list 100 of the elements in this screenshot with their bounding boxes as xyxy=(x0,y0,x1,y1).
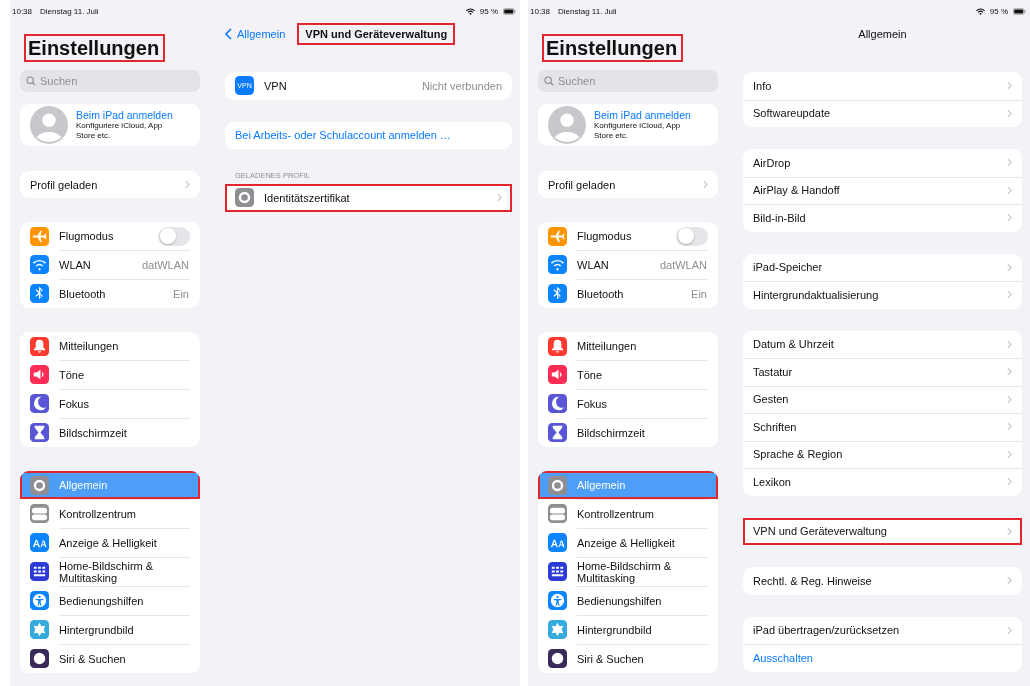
status-value: Nicht verbunden xyxy=(421,79,502,92)
profile-loaded-row[interactable]: Profil geladen xyxy=(538,171,718,198)
chevron-icon xyxy=(1007,422,1012,432)
wifi-icon xyxy=(975,7,985,15)
setting-value: datWLAN xyxy=(141,258,189,271)
account-subtitle: Konfiguriere iCloud, App Store etc. xyxy=(594,121,682,141)
wifi-icon xyxy=(465,7,475,15)
settings-row[interactable]: Schriften xyxy=(743,413,1022,441)
account-card[interactable]: Beim iPad anmelden Konfiguriere iCloud, App Store etc. xyxy=(20,104,200,146)
chevron-icon xyxy=(1007,526,1012,536)
sidebar-item[interactable]: Kontrollzentrum xyxy=(538,499,718,528)
gear-icon xyxy=(235,188,254,208)
sidebar-item[interactable]: WLAN datWLAN xyxy=(20,250,200,279)
setting-value: Ein xyxy=(691,287,707,300)
sidebar-item[interactable]: Flugmodus xyxy=(538,222,718,250)
chevron-icon xyxy=(1007,449,1012,459)
chevron-icon xyxy=(1007,81,1012,91)
sidebar-item[interactable]: Bluetooth Ein xyxy=(20,279,200,308)
chevron-icon xyxy=(1007,576,1012,586)
sidebar-item[interactable]: Töne xyxy=(538,360,718,389)
sidebar-item[interactable]: Anzeige & Helligkeit xyxy=(20,528,200,557)
sidebar-item[interactable]: Anzeige & Helligkeit xyxy=(538,528,718,557)
settings-row[interactable]: iPad übertragen/zurücksetzen xyxy=(743,616,1022,644)
sidebar-item[interactable]: Töne xyxy=(20,360,200,389)
settings-row[interactable]: AirDrop xyxy=(743,149,1022,177)
battery-icon xyxy=(503,7,516,15)
chevron-icon xyxy=(1007,262,1012,272)
sidebar-item[interactable]: Bildschirmzeit xyxy=(20,418,200,447)
sidebar-item[interactable]: Bildschirmzeit xyxy=(538,418,718,447)
settings-row[interactable]: Sprache & Region xyxy=(743,440,1022,468)
status-date: Dienstag 11. Juli xyxy=(40,6,99,16)
sidebar-item[interactable]: WLAN datWLAN xyxy=(538,250,718,279)
chevron-icon xyxy=(1007,625,1012,635)
setting-value: Ein xyxy=(173,287,189,300)
account-sign-in-link[interactable]: Beim iPad anmelden xyxy=(76,109,173,121)
settings-row[interactable]: Hintergrundaktualisierung xyxy=(743,281,1022,309)
chevron-icon xyxy=(1007,213,1012,223)
sidebar-item[interactable]: Hintergrundbild xyxy=(538,615,718,644)
toggle-switch[interactable] xyxy=(158,226,190,246)
link-row[interactable]: Bei Arbeits- oder Schulaccount anmelden … xyxy=(225,121,512,149)
sidebar-item[interactable]: Mitteilungen xyxy=(20,332,200,360)
page-title: Allgemein xyxy=(857,27,908,42)
status-time: 10:38 xyxy=(530,6,551,16)
chevron-icon xyxy=(703,180,708,189)
sidebar-title: Einstellungen xyxy=(24,34,166,62)
sidebar-item[interactable]: Home-Bildschirm & Multitasking xyxy=(538,557,718,586)
sidebar-item[interactable]: Siri & Suchen xyxy=(538,644,718,673)
chevron-icon xyxy=(1007,367,1012,377)
account-card[interactable]: Beim iPad anmelden Konfiguriere iCloud, App Store etc. xyxy=(538,104,718,146)
chevron-icon xyxy=(1007,394,1012,404)
battery-percent: 95 % xyxy=(989,6,1008,16)
back-button[interactable]: Allgemein xyxy=(225,28,286,40)
avatar-icon xyxy=(548,106,586,144)
chevron-icon xyxy=(1007,290,1012,300)
status-date: Dienstag 11. Juli xyxy=(558,6,617,16)
chevron-icon xyxy=(497,193,502,203)
setting-value: datWLAN xyxy=(659,258,707,271)
sidebar-item[interactable]: Mitteilungen xyxy=(538,332,718,360)
sidebar-title: Einstellungen xyxy=(542,34,684,62)
account-sign-in-link[interactable]: Beim iPad anmelden xyxy=(594,109,691,121)
avatar-icon xyxy=(30,106,68,144)
settings-row[interactable]: Tastatur xyxy=(743,358,1022,386)
settings-row[interactable]: Rechtl. & Reg. Hinweise xyxy=(743,567,1022,595)
chevron-icon xyxy=(1007,339,1012,349)
search-field[interactable]: Suchen xyxy=(538,70,718,92)
sidebar-item[interactable]: Bluetooth Ein xyxy=(538,279,718,308)
profile-loaded-row[interactable]: Profil geladen xyxy=(20,171,200,198)
sidebar-item[interactable]: Fokus xyxy=(538,389,718,418)
settings-row[interactable]: Gesten xyxy=(743,385,1022,413)
settings-row[interactable]: Lexikon xyxy=(743,468,1022,496)
chevron-icon xyxy=(1007,108,1012,118)
settings-row[interactable]: Datum & Uhrzeit xyxy=(743,330,1022,358)
account-subtitle: Konfiguriere iCloud, App Store etc. xyxy=(76,121,164,141)
settings-row[interactable]: Identitätszertifikat xyxy=(225,184,512,212)
sidebar-item[interactable]: Fokus xyxy=(20,389,200,418)
chevron-icon xyxy=(185,180,190,189)
settings-row[interactable]: AirPlay & Handoff xyxy=(743,176,1022,204)
page-title: VPN und Geräteverwaltung xyxy=(297,23,456,45)
search-icon xyxy=(544,76,554,86)
settings-row[interactable]: Info xyxy=(743,72,1022,100)
search-icon xyxy=(26,76,36,86)
settings-row[interactable]: Bild-in-Bild xyxy=(743,204,1022,232)
sidebar-item[interactable]: Bedienungshilfen xyxy=(538,586,718,615)
status-time: 10:38 xyxy=(12,6,33,16)
settings-row[interactable]: iPad-Speicher xyxy=(743,253,1022,281)
sidebar-item[interactable]: Home-Bildschirm & Multitasking xyxy=(20,557,200,586)
link-row[interactable]: Ausschalten xyxy=(743,644,1022,672)
chevron-icon xyxy=(1007,158,1012,168)
sidebar-item[interactable]: Siri & Suchen xyxy=(20,644,200,673)
settings-row[interactable]: Softwareupdate xyxy=(743,99,1022,127)
sidebar-item[interactable]: Hintergrundbild xyxy=(20,615,200,644)
sidebar-item[interactable]: Kontrollzentrum xyxy=(20,499,200,528)
sidebar-item[interactable]: Flugmodus xyxy=(20,222,200,250)
sidebar-item[interactable]: Bedienungshilfen xyxy=(20,586,200,615)
chevron-left-icon xyxy=(225,28,232,40)
toggle-switch[interactable] xyxy=(676,226,708,246)
battery-icon xyxy=(1013,7,1026,15)
settings-row[interactable]: VPN und Geräteverwaltung xyxy=(743,517,1022,545)
search-field[interactable]: Suchen xyxy=(20,70,200,92)
chevron-icon xyxy=(1007,185,1012,195)
